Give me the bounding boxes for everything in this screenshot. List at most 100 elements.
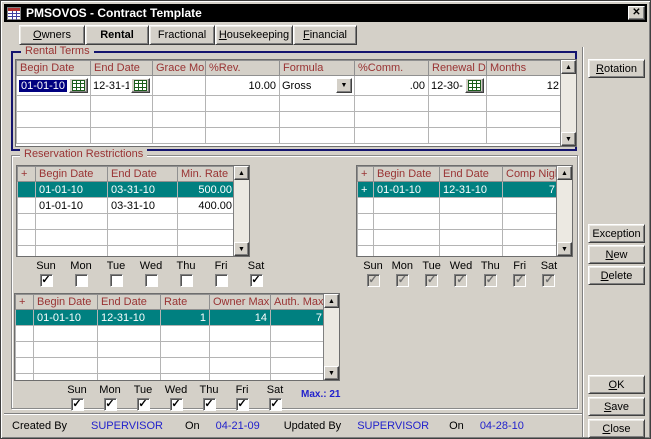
grid-cell[interactable]: 01-01-10 xyxy=(36,182,108,198)
check-icon: ✓ xyxy=(138,399,147,410)
tab-rental[interactable]: Rental xyxy=(85,25,149,45)
grid-cell[interactable]: + xyxy=(358,182,374,198)
checkbox-minrate-wed[interactable]: ✓ xyxy=(145,274,158,287)
table-row: + 01-01-10 12-31-10 7 xyxy=(358,182,559,198)
grid-cell[interactable]: 01-01-10 xyxy=(36,198,108,214)
new-button[interactable]: New xyxy=(588,245,645,264)
rev-pct-cell[interactable]: 10.00 xyxy=(206,76,280,96)
scroll-up-button[interactable]: ▲ xyxy=(234,166,249,180)
grid-cell[interactable]: 7 xyxy=(271,310,326,326)
updated-by-label: Updated By xyxy=(284,420,341,432)
grid-cell[interactable]: 01-01-10 xyxy=(374,182,440,198)
grid-cell[interactable]: 14 xyxy=(210,310,271,326)
scroll-down-button[interactable]: ▼ xyxy=(234,242,249,256)
arrow-down-icon: ▼ xyxy=(238,246,245,253)
scrollbar[interactable]: ▲ ▼ xyxy=(560,60,576,146)
checkbox-minrate-sun[interactable]: ✓ xyxy=(40,274,53,287)
checkbox-minrate-tue[interactable]: ✓ xyxy=(110,274,123,287)
grid-cell[interactable]: 400.00 xyxy=(178,198,236,214)
column-header: End Date xyxy=(108,167,178,182)
updated-on-value: 04-28-10 xyxy=(480,420,524,432)
tab-housekeeping[interactable]: Housekeeping xyxy=(215,25,293,45)
begin-date-cell[interactable]: 01-01-10 xyxy=(17,76,91,96)
scrollbar[interactable]: ▲ ▼ xyxy=(233,166,249,256)
column-header: End Date xyxy=(440,167,503,182)
scroll-down-button[interactable]: ▼ xyxy=(561,132,576,146)
save-button[interactable]: Save xyxy=(588,397,645,416)
rental-terms-group: Rental Terms Begin Date End Date Grace M… xyxy=(11,51,577,151)
close-button-bottom[interactable]: Close xyxy=(588,419,645,438)
close-button[interactable]: ✕ xyxy=(628,6,645,20)
checkbox-owner-wed[interactable]: ✓ xyxy=(170,398,183,411)
day-label: Tue xyxy=(422,260,441,272)
grid-cell[interactable]: 1 xyxy=(161,310,210,326)
months-cell[interactable]: 12 xyxy=(487,76,563,96)
scroll-up-button[interactable]: ▲ xyxy=(561,60,576,74)
renewal-date-calendar-button[interactable] xyxy=(465,78,484,93)
check-icon: ✓ xyxy=(171,399,180,410)
tab-owners[interactable]: Owners xyxy=(19,25,85,45)
scrollbar[interactable]: ▲ ▼ xyxy=(323,294,339,380)
day-label: Sun xyxy=(363,260,383,272)
checkbox-minrate-mon[interactable]: ✓ xyxy=(75,274,88,287)
day-label: Sat xyxy=(248,260,265,272)
column-header: %Comm. xyxy=(355,61,429,76)
checkbox-minrate-fri[interactable]: ✓ xyxy=(215,274,228,287)
comp-nights-grid: + Begin Date End Date Comp Nights + 01-0… xyxy=(356,165,573,257)
grid-cell[interactable]: 03-31-10 xyxy=(108,182,178,198)
begin-date-calendar-button[interactable] xyxy=(69,78,88,93)
begin-date-value[interactable]: 01-01-10 xyxy=(19,80,67,92)
created-on-label: On xyxy=(185,420,200,432)
checkbox-minrate-thu[interactable]: ✓ xyxy=(180,274,193,287)
end-date-value[interactable]: 12-31-10 xyxy=(93,80,129,92)
formula-dropdown-button[interactable]: ▼ xyxy=(336,78,352,93)
checkbox-owner-mon[interactable]: ✓ xyxy=(104,398,117,411)
scroll-down-button[interactable]: ▼ xyxy=(324,366,339,380)
checkbox-owner-tue[interactable]: ✓ xyxy=(137,398,150,411)
checkbox-owner-sun[interactable]: ✓ xyxy=(71,398,84,411)
calendar-icon xyxy=(72,80,85,91)
day-label: Tue xyxy=(134,384,153,396)
scroll-down-button[interactable]: ▼ xyxy=(557,242,572,256)
grid-cell[interactable]: 500.00 xyxy=(178,182,236,198)
grid-cell[interactable]: 12-31-10 xyxy=(98,310,161,326)
ok-button[interactable]: OK xyxy=(588,375,645,394)
check-icon: ✓ xyxy=(237,399,246,410)
checkbox-comp-mon: ✓ xyxy=(396,274,409,287)
grid-cell[interactable]: 03-31-10 xyxy=(108,198,178,214)
arrow-up-icon: ▲ xyxy=(328,298,335,305)
comm-pct-cell[interactable]: .00 xyxy=(355,76,429,96)
day-label: Wed xyxy=(140,260,162,272)
divider xyxy=(582,47,584,437)
check-icon: ✓ xyxy=(204,399,213,410)
column-header: End Date xyxy=(91,61,153,76)
checkbox-minrate-sat[interactable]: ✓ xyxy=(250,274,263,287)
column-header: Begin Date xyxy=(17,61,91,76)
end-date-calendar-button[interactable] xyxy=(131,78,150,93)
grid-cell[interactable]: 7 xyxy=(503,182,559,198)
grid-cell[interactable]: 12-31-10 xyxy=(440,182,503,198)
formula-cell[interactable]: Gross ▼ xyxy=(280,76,355,96)
grace-months-cell[interactable] xyxy=(153,76,206,96)
grid-cell[interactable]: 01-01-10 xyxy=(34,310,98,326)
arrow-down-icon: ▼ xyxy=(565,136,572,143)
checkbox-owner-thu[interactable]: ✓ xyxy=(203,398,216,411)
comp-nights-days: Sun✓ Mon✓ Tue✓ Wed✓ Thu✓ Fri✓ Sat✓ xyxy=(359,260,563,287)
tab-financial[interactable]: Financial xyxy=(293,25,357,45)
scrollbar[interactable]: ▲ ▼ xyxy=(556,166,572,256)
delete-button[interactable]: Delete xyxy=(588,266,645,285)
scroll-up-button[interactable]: ▲ xyxy=(324,294,339,308)
checkbox-owner-sat[interactable]: ✓ xyxy=(269,398,282,411)
scroll-up-button[interactable]: ▲ xyxy=(557,166,572,180)
end-date-cell[interactable]: 12-31-10 xyxy=(91,76,153,96)
renewal-date-cell[interactable]: 12-30-10 xyxy=(429,76,487,96)
renewal-date-value[interactable]: 12-30-10 xyxy=(431,80,463,92)
exception-button[interactable]: Exception xyxy=(588,224,645,243)
created-by-value: SUPERVISOR xyxy=(91,420,163,432)
column-header: + xyxy=(16,295,34,310)
rotation-button[interactable]: Rotation xyxy=(588,59,645,78)
formula-value[interactable]: Gross xyxy=(282,80,334,92)
day-label: Wed xyxy=(450,260,472,272)
checkbox-owner-fri[interactable]: ✓ xyxy=(236,398,249,411)
tab-fractional[interactable]: Fractional xyxy=(149,25,215,45)
